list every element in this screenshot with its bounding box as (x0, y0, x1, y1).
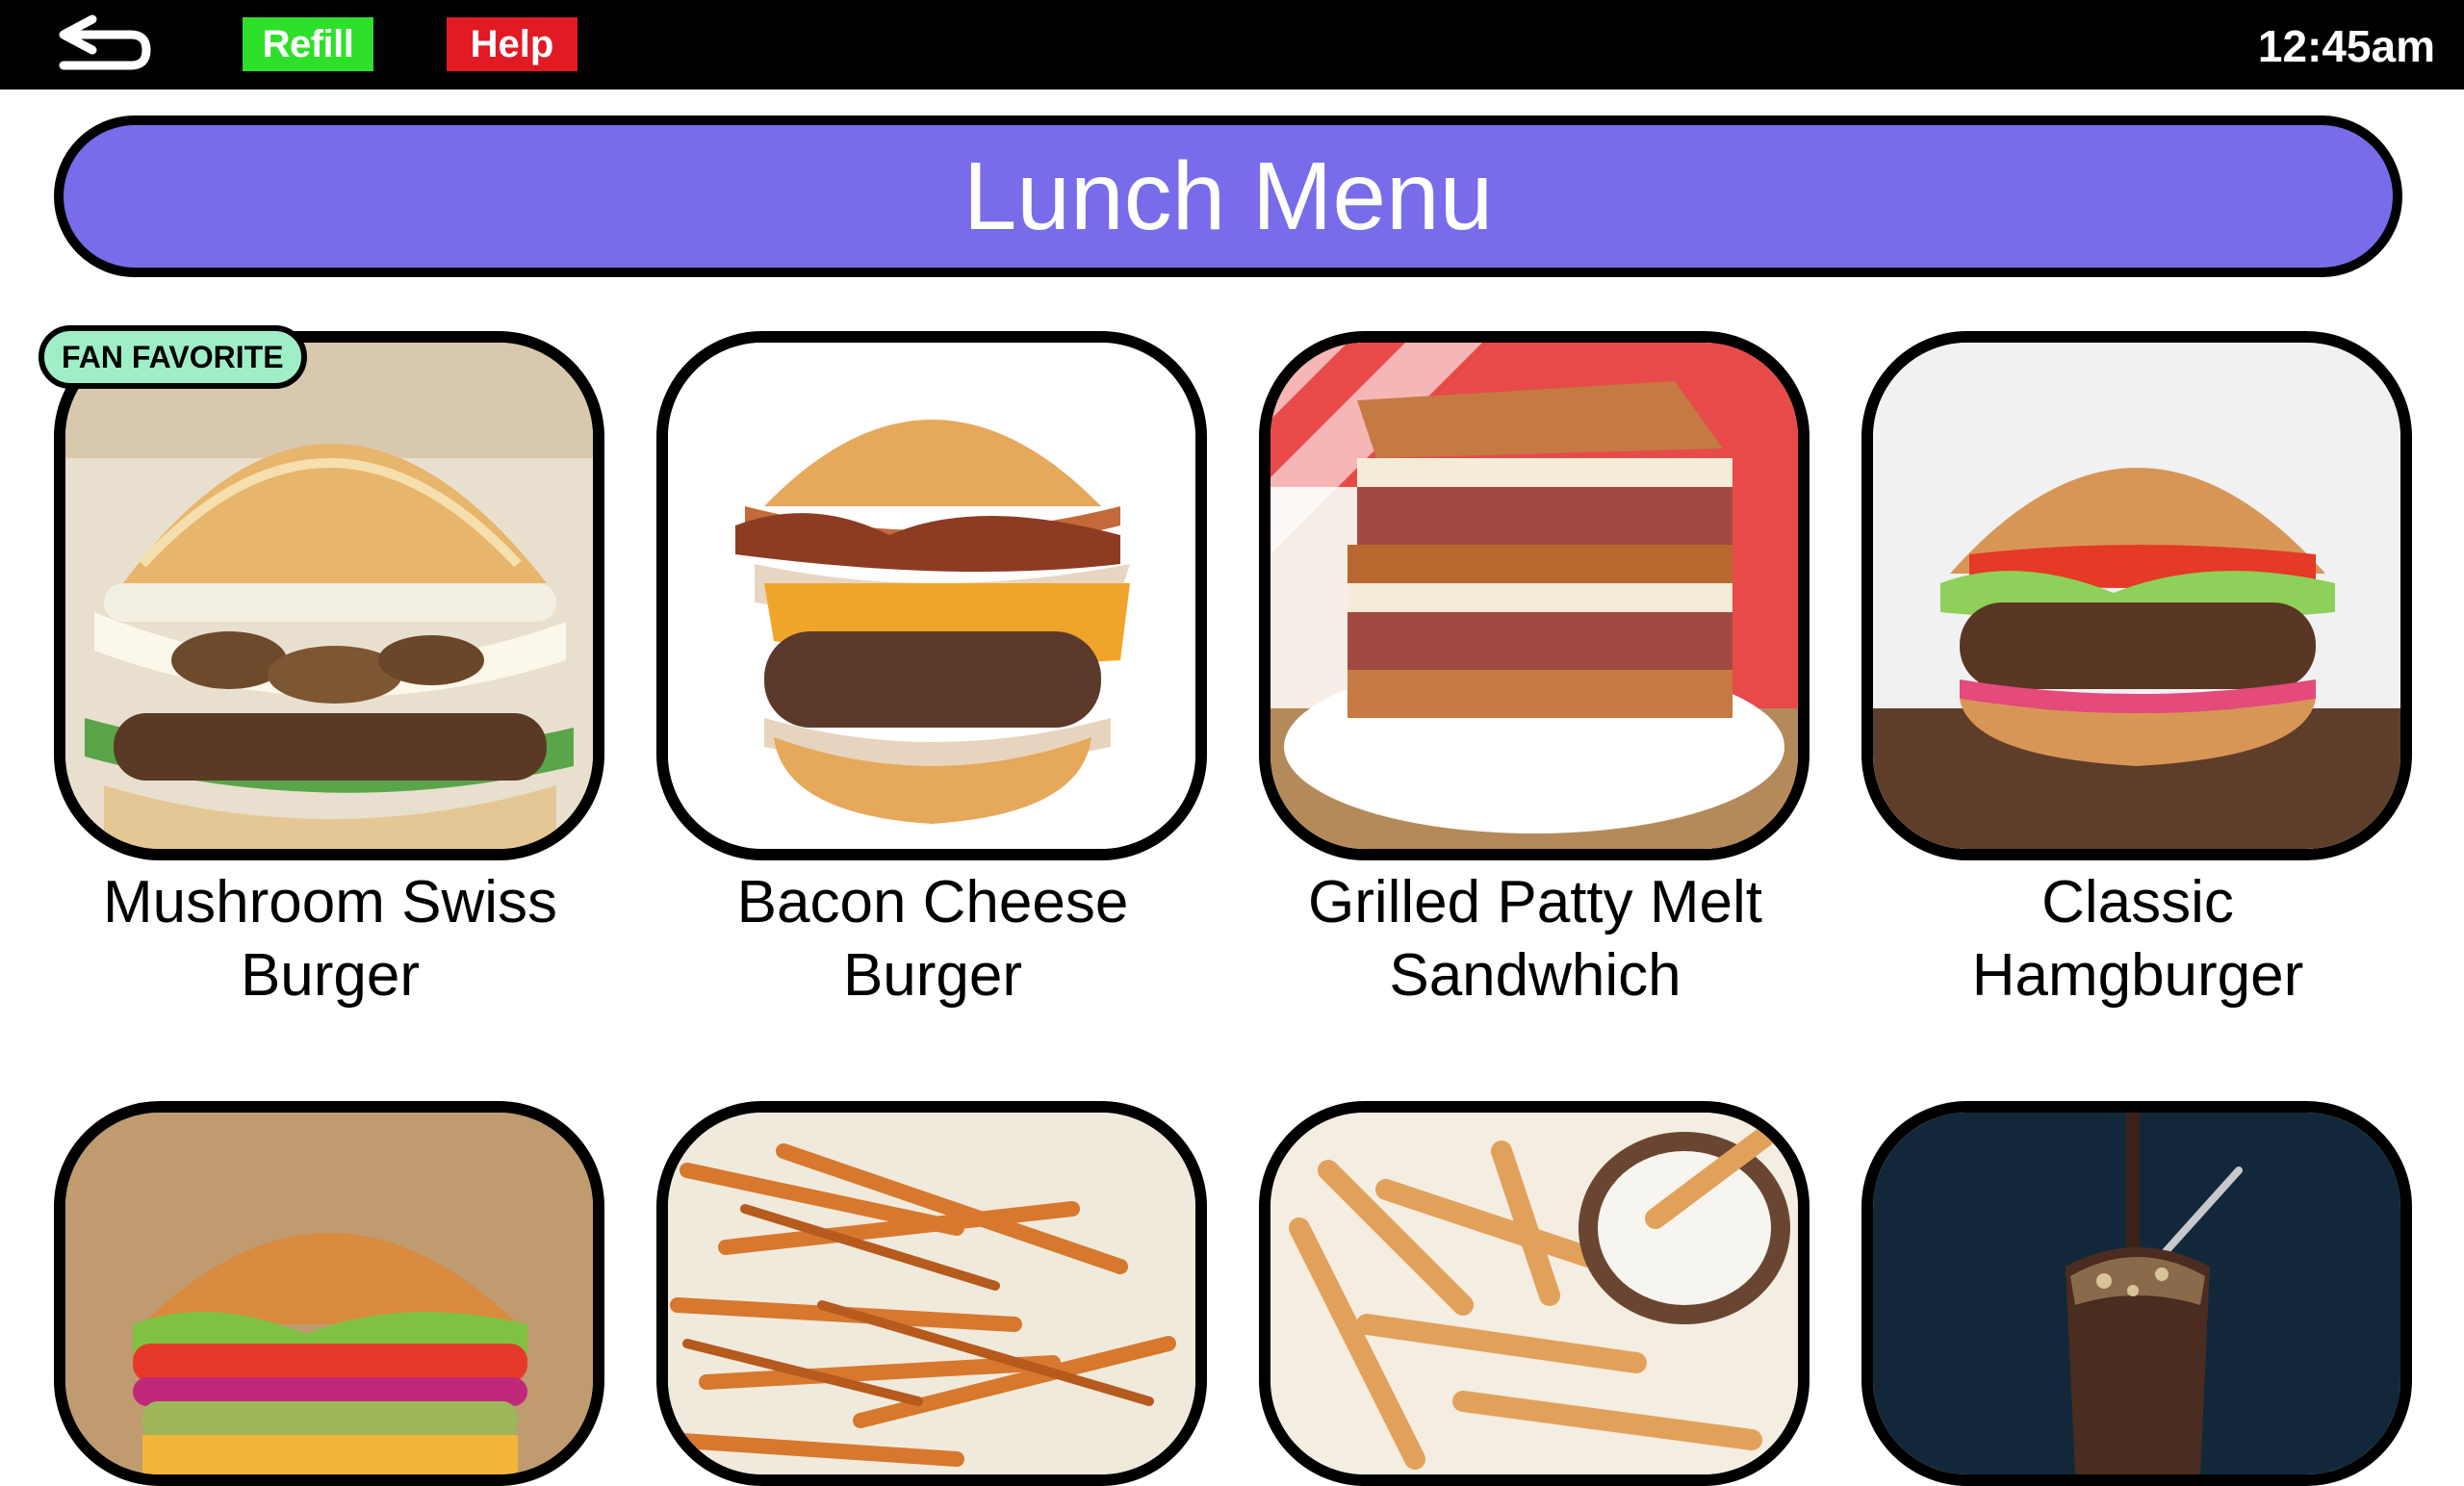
menu-item-mushroom-swiss-burger[interactable] (54, 331, 604, 860)
top-bar: Refill Help 12:45am (0, 0, 2464, 90)
menu-item-label: Classic Hamgburger (1971, 869, 2304, 1009)
menu-item-grilled-patty-melt[interactable] (1259, 331, 1810, 860)
menu-item-label: Mushroom Swiss Burger (103, 869, 557, 1009)
menu-item-deluxe-burger[interactable] (54, 1101, 604, 1486)
patty-melt-image (1270, 343, 1798, 849)
bacon-cheese-burger-image (668, 343, 1195, 849)
menu-item-fries-with-dip[interactable] (1259, 1101, 1810, 1486)
fries-with-dip-image (1270, 1113, 1798, 1474)
deluxe-burger-image (65, 1113, 593, 1474)
menu-item-bacon-cheese-burger[interactable] (656, 331, 1207, 860)
menu-title-banner: Lunch Menu (54, 115, 2402, 277)
back-arrow-icon[interactable] (50, 12, 156, 73)
menu-item-chocolate-shake[interactable] (1861, 1101, 2412, 1486)
fan-favorite-badge: FAN FAVORITE (38, 325, 307, 389)
refill-button[interactable]: Refill (243, 17, 373, 71)
page-title: Lunch Menu (962, 142, 1494, 250)
mushroom-swiss-burger-image (65, 343, 593, 849)
clock: 12:45am (2257, 21, 2435, 71)
help-button[interactable]: Help (447, 17, 578, 71)
classic-hamburger-image (1873, 343, 2400, 849)
menu-item-seasoned-fries[interactable] (656, 1101, 1207, 1486)
menu-item-label: Bacon Cheese Burger (736, 869, 1129, 1009)
chocolate-shake-image (1873, 1113, 2400, 1474)
menu-item-classic-hamburger[interactable] (1861, 331, 2412, 860)
menu-item-label: Grilled Patty Melt Sandwhich (1307, 869, 1763, 1009)
seasoned-fries-image (668, 1113, 1195, 1474)
